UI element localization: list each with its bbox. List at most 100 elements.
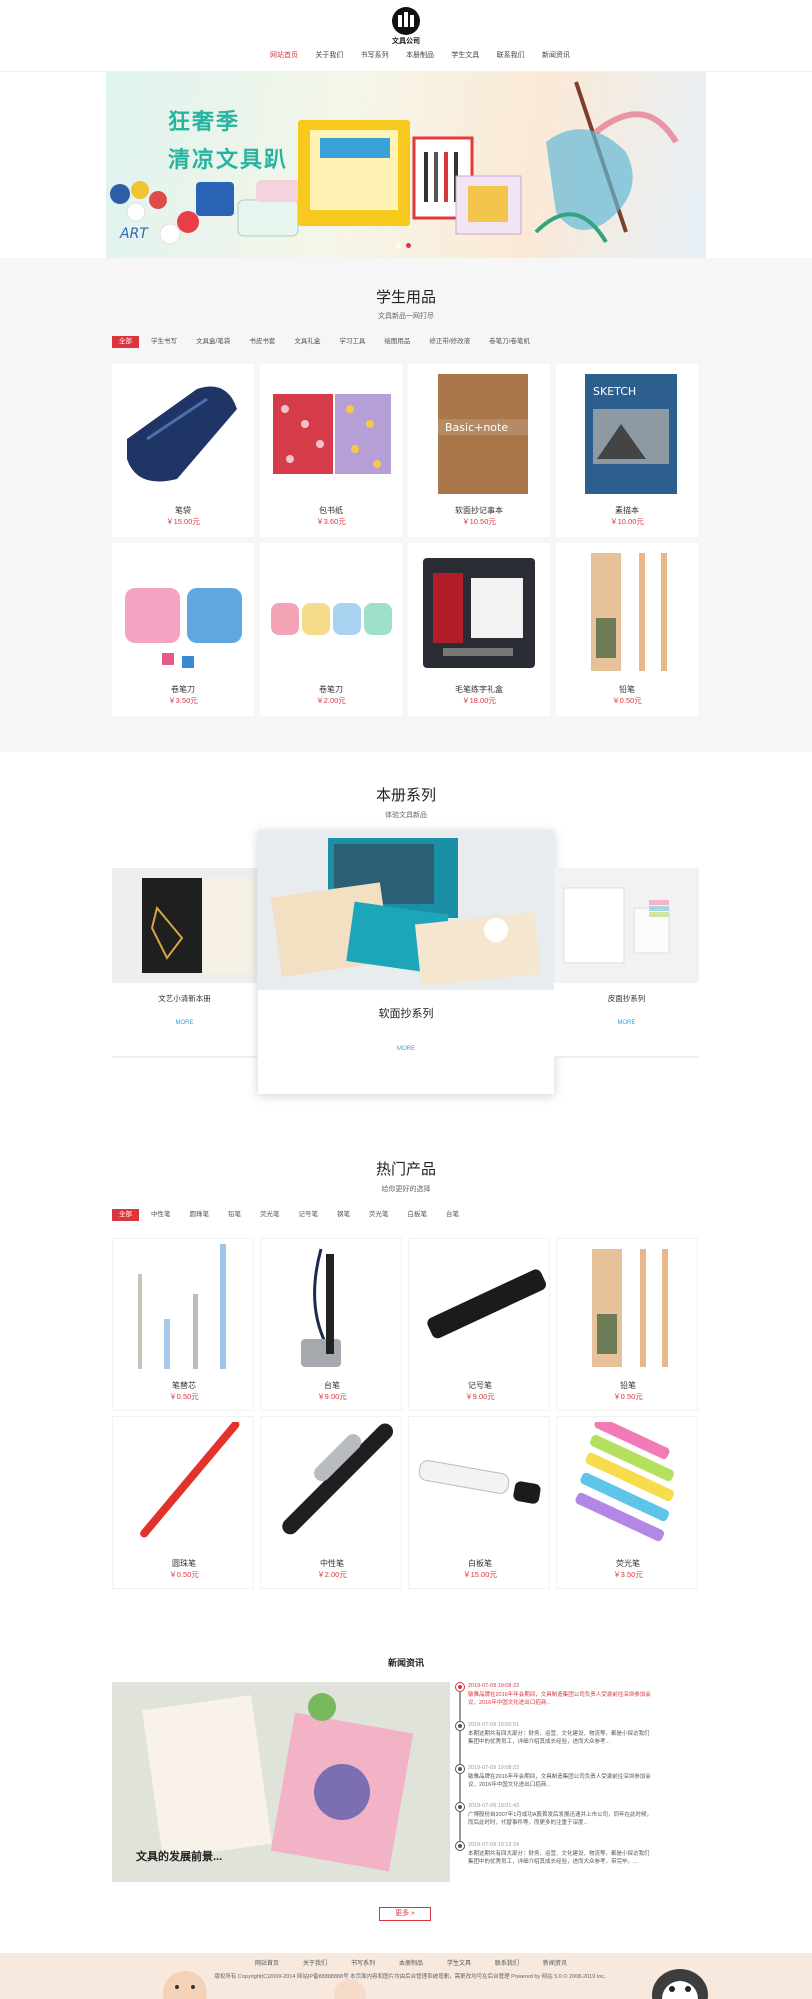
product-name: 铅笔 xyxy=(619,685,635,694)
tab-marker[interactable]: 记号笔 xyxy=(292,1209,326,1221)
news-item[interactable]: 2019-07-09 19:12:24 本期这期共有四大部分：财务、运营、文化建… xyxy=(468,1842,654,1866)
footer-nav-notebooks[interactable]: 本册制品 xyxy=(399,1958,423,1967)
student-tabs: 全部 学生书写 文具盒/笔袋 书皮书套 文具礼盒 学习工具 绘图用品 修正带/修… xyxy=(112,336,542,348)
tab-pencil-case[interactable]: 文具盒/笔袋 xyxy=(189,336,237,348)
product-card[interactable]: 中性笔 ￥2.00元 xyxy=(260,1416,402,1589)
product-price: ￥3.50元 xyxy=(168,696,198,705)
tab-desk-pen[interactable]: 台笔 xyxy=(439,1209,466,1221)
product-card[interactable]: 记号笔 ￥9.00元 xyxy=(408,1238,550,1411)
footer-nav-student[interactable]: 学生文具 xyxy=(447,1958,471,1967)
product-card[interactable]: 荧光笔 ￥3.50元 xyxy=(556,1416,698,1589)
highlighter-image xyxy=(575,1422,675,1542)
news-item[interactable]: 2019-07-09 19:08:23 敏雅品牌在2016年年会期间，文具制造集… xyxy=(468,1683,654,1707)
hero-banner[interactable]: 狂奢季 清凉文具趴 ART xyxy=(106,72,706,258)
nav-item-student[interactable]: 学生文具 xyxy=(451,50,479,60)
nav-item-news[interactable]: 新闻资讯 xyxy=(542,50,570,60)
product-card[interactable]: 笔替芯 ￥0.50元 xyxy=(112,1238,254,1411)
footer-nav-contact[interactable]: 联系我们 xyxy=(495,1958,519,1967)
product-name: 圆珠笔 xyxy=(172,1559,196,1568)
product-price: ￥10.50元 xyxy=(462,517,496,526)
news-more-button[interactable]: 更多 » xyxy=(379,1907,431,1921)
product-card[interactable]: 毛笔练字礼盒 ￥18.00元 xyxy=(408,543,550,716)
product-card[interactable]: 铅笔 ￥0.50元 xyxy=(556,543,698,716)
tab-highlighter[interactable]: 荧光笔 xyxy=(253,1209,287,1221)
timeline-dot xyxy=(456,1803,464,1811)
product-card[interactable]: 卷笔刀 ￥3.50元 xyxy=(112,543,254,716)
product-card[interactable]: 白板笔 ￥15.00元 xyxy=(408,1416,550,1589)
product-name: 毛笔练字礼盒 xyxy=(455,685,503,694)
marker-image xyxy=(427,1269,546,1339)
news-item[interactable]: 2019-07-09 19:08:23 敏雅品牌在2016年年会期间，文具制造集… xyxy=(468,1765,654,1789)
notebook-left-image xyxy=(112,868,257,983)
more-link[interactable]: MORE xyxy=(112,1020,257,1026)
product-name: 荧光笔 xyxy=(616,1559,640,1568)
product-card[interactable]: 圆珠笔 ￥0.50元 xyxy=(112,1416,254,1589)
product-card[interactable]: SKETCH 素描本 ￥10.00元 xyxy=(556,364,698,537)
nav-item-about[interactable]: 关于我们 xyxy=(315,50,343,60)
footer-nav-home[interactable]: 网站首页 xyxy=(255,1958,279,1967)
svg-text:SKETCH: SKETCH xyxy=(593,385,636,398)
banner-art-text: ART xyxy=(119,226,149,242)
timeline-dot xyxy=(456,1765,464,1773)
tab-study-tools[interactable]: 学习工具 xyxy=(332,336,372,348)
tab-correction[interactable]: 修正带/修改液 xyxy=(422,336,477,348)
product-card[interactable]: 台笔 ￥9.00元 xyxy=(260,1238,402,1411)
tab-book-cover[interactable]: 书皮书套 xyxy=(242,336,282,348)
product-card[interactable]: 包书纸 ￥3.60元 xyxy=(260,364,402,537)
news-item[interactable]: 2019-07-09 18:50:51 本期这期共有四大部分：财务、运营、文化建… xyxy=(468,1722,654,1746)
nav-item-writing[interactable]: 书写系列 xyxy=(361,50,389,60)
nav-item-contact[interactable]: 联系我们 xyxy=(497,50,525,60)
tab-fountain-pen[interactable]: 钢笔 xyxy=(330,1209,357,1221)
product-card[interactable]: 卷笔刀 ￥2.00元 xyxy=(260,543,402,716)
tab-writing[interactable]: 学生书写 xyxy=(144,336,184,348)
product-card[interactable]: Basic+note 软面抄记事本 ￥10.50元 xyxy=(408,364,550,537)
main-nav: 网站首页 关于我们 书写系列 本册制品 学生文具 联系我们 新闻资讯 xyxy=(270,50,570,60)
product-card[interactable]: 笔袋 ￥15.00元 xyxy=(112,364,254,537)
tab-gel-pen[interactable]: 中性笔 xyxy=(144,1209,178,1221)
more-link[interactable]: MORE xyxy=(258,1046,554,1052)
tab-highlighter-2[interactable]: 荧光笔 xyxy=(362,1209,396,1221)
tab-all[interactable]: 全部 xyxy=(112,1209,139,1221)
news-featured-image[interactable]: 文具的发展前景... xyxy=(112,1682,450,1882)
footer-copyright: 版权所有 Copyright(C)2009-2014 网站IP备88888888… xyxy=(214,1974,606,1980)
tab-all[interactable]: 全部 xyxy=(112,336,139,348)
product-price: ￥2.00元 xyxy=(316,696,346,705)
logo-icon[interactable] xyxy=(389,6,423,36)
news-text: 敏雅品牌在2016年年会期间，文具制造集团公司负责人受激前往深圳参加会议，201… xyxy=(468,1774,651,1788)
product-name: 卷笔刀 xyxy=(319,685,343,694)
product-name: 笔袋 xyxy=(175,506,191,515)
tab-drawing[interactable]: 绘图用品 xyxy=(377,336,417,348)
tab-sharpener[interactable]: 卷笔刀/卷笔机 xyxy=(482,336,537,348)
calligraphy-set-image xyxy=(423,558,535,668)
product-price: ￥15.00元 xyxy=(166,517,200,526)
tab-pencil[interactable]: 铅笔 xyxy=(221,1209,248,1221)
product-price: ￥9.00元 xyxy=(465,1392,495,1401)
news-item[interactable]: 2019-07-09 19:01:43 广博股份自2007年1月成功A股首发后发… xyxy=(468,1803,654,1827)
banner-pagination[interactable] xyxy=(396,243,411,248)
notebook-series-center[interactable]: 软面抄系列 MORE xyxy=(258,830,554,1094)
notebook-image: Basic+note xyxy=(438,374,528,494)
pencil-bag-image xyxy=(127,386,237,482)
product-price: ￥0.50元 xyxy=(612,696,642,705)
notebook-series-right[interactable]: 皮面抄系列 MORE xyxy=(554,868,699,1058)
tab-gift-box[interactable]: 文具礼盒 xyxy=(287,336,327,348)
more-link[interactable]: MORE xyxy=(554,1020,699,1026)
nav-item-notebooks[interactable]: 本册制品 xyxy=(406,50,434,60)
product-card[interactable]: 铅笔 ￥0.50元 xyxy=(556,1238,698,1411)
footer-nav-writing[interactable]: 书写系列 xyxy=(351,1958,375,1967)
news-date: 2019-07-09 19:08:23 xyxy=(468,1683,520,1689)
product-name: 笔替芯 xyxy=(172,1381,196,1390)
footer-nav-about[interactable]: 关于我们 xyxy=(303,1958,327,1967)
tab-whiteboard-pen[interactable]: 白板笔 xyxy=(401,1209,435,1221)
notebook-series-name: 文艺小清新本册 xyxy=(158,994,211,1003)
ballpoint-pen-image xyxy=(140,1422,240,1538)
nav-item-home[interactable]: 网站首页 xyxy=(270,50,298,60)
footer-nav-news[interactable]: 新闻资讯 xyxy=(543,1958,567,1967)
tab-ballpoint[interactable]: 圆珠笔 xyxy=(183,1209,217,1221)
notebook-series-left[interactable]: 文艺小清新本册 MORE xyxy=(112,868,257,1058)
sketchbook-image: SKETCH xyxy=(585,374,677,494)
notebooks-subtitle: 体验文具新品 xyxy=(385,812,427,819)
banner-illustration: ART xyxy=(110,81,679,245)
pencils-image xyxy=(592,1249,668,1367)
whiteboard-pen-image xyxy=(418,1460,541,1504)
